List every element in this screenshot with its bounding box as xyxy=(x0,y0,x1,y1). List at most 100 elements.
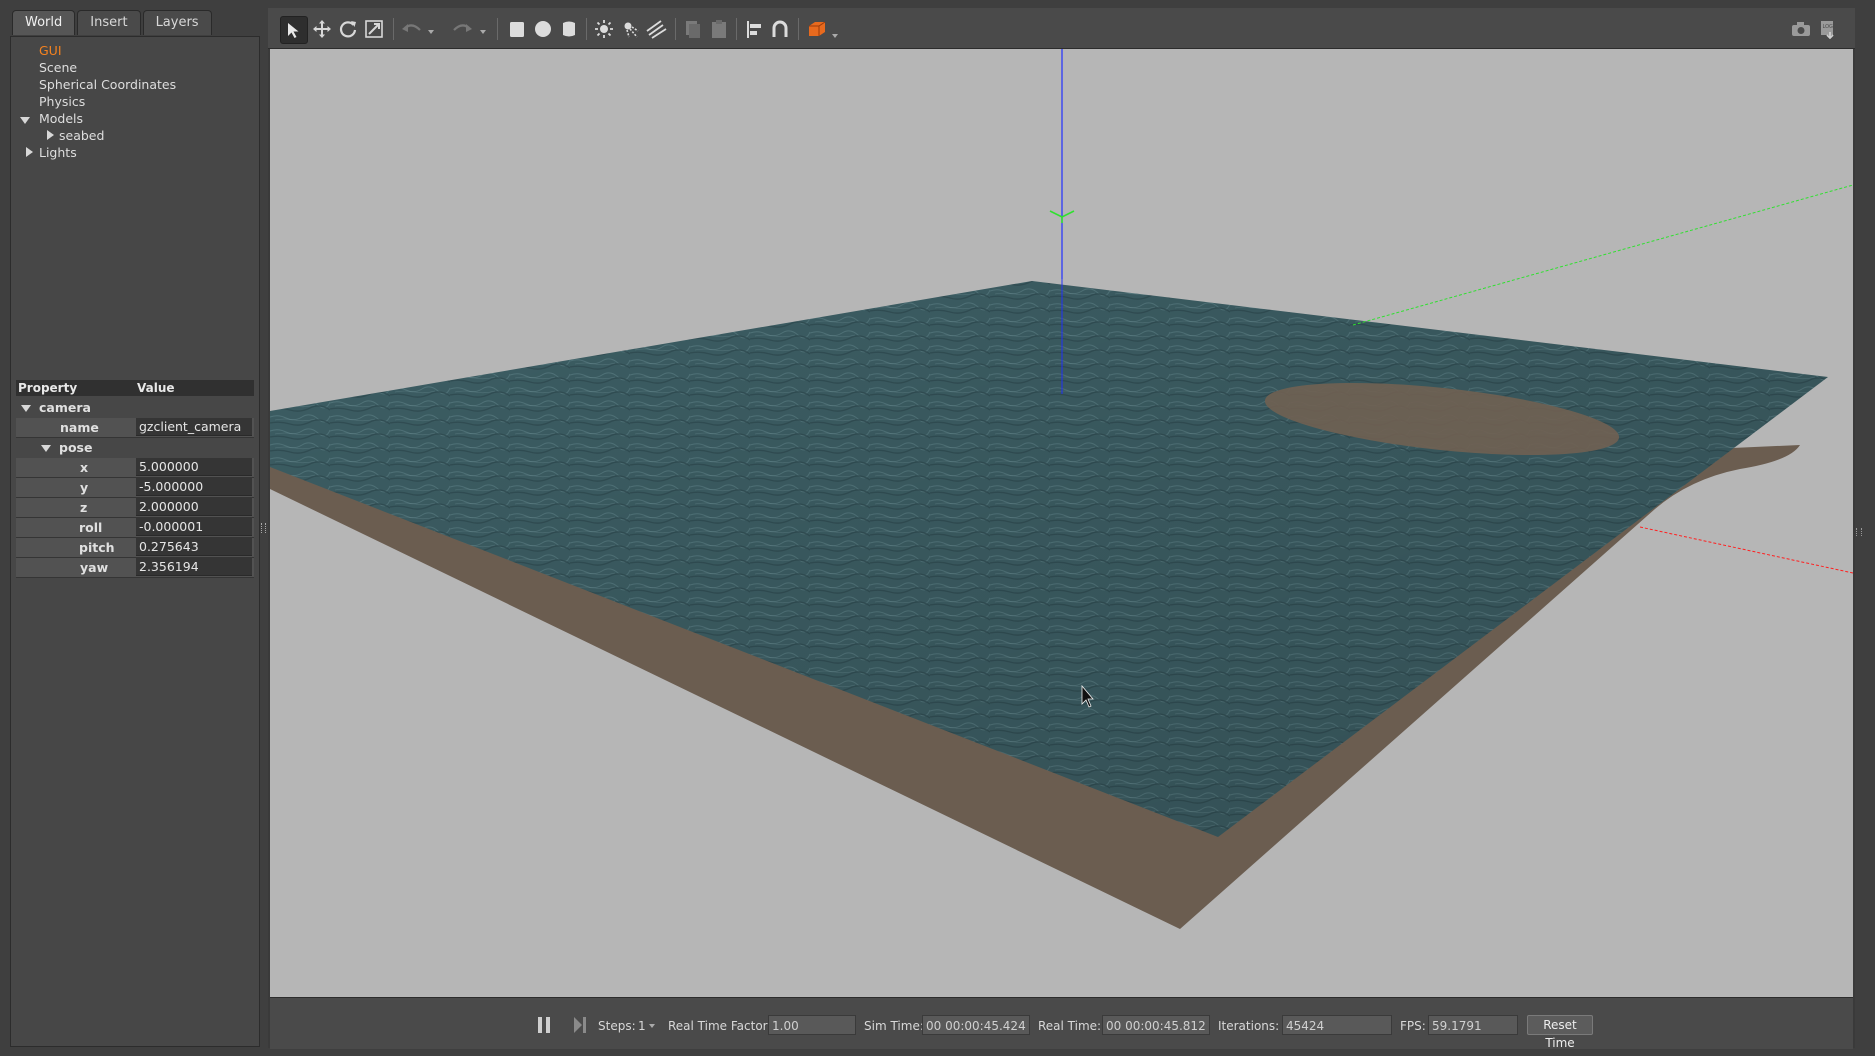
prop-row-y: y -5.000000 xyxy=(16,478,254,498)
prop-y-key: y xyxy=(80,480,89,495)
tree-item-spherical-coordinates[interactable]: Spherical Coordinates xyxy=(39,77,176,92)
paste-icon[interactable] xyxy=(706,16,732,42)
toolbar-separator xyxy=(675,18,676,40)
pause-icon[interactable] xyxy=(536,1016,552,1034)
sim-time-label: Sim Time: xyxy=(864,1019,924,1033)
reset-time-button[interactable]: Reset Time xyxy=(1527,1015,1593,1050)
fps-field[interactable]: 59.1791 xyxy=(1428,1015,1518,1035)
world-tree: GUI Scene Spherical Coordinates Physics … xyxy=(10,36,260,367)
svg-text:LOG: LOG xyxy=(1823,24,1834,30)
toolbar-separator xyxy=(586,18,587,40)
rotate-icon[interactable] xyxy=(335,16,361,42)
prop-row-pitch: pitch 0.275643 xyxy=(16,538,254,558)
point-light-icon[interactable] xyxy=(591,16,617,42)
prop-x-key: x xyxy=(80,460,89,475)
prop-camera-label: camera xyxy=(39,400,91,415)
cylinder-icon[interactable] xyxy=(556,16,582,42)
right-panel-resize-handle[interactable] xyxy=(1856,528,1862,536)
prop-pitch-value[interactable]: 0.275643 xyxy=(136,538,252,556)
prop-z-value[interactable]: 2.000000 xyxy=(136,498,252,516)
tree-item-models[interactable]: Models xyxy=(39,111,83,126)
scale-icon[interactable] xyxy=(361,16,387,42)
prop-yaw-key: yaw xyxy=(80,560,109,575)
toolbar: LOG xyxy=(268,8,1855,49)
translate-icon[interactable] xyxy=(309,16,335,42)
iterations-field[interactable]: 45424 xyxy=(1282,1015,1392,1035)
prop-row-camera[interactable]: camera xyxy=(16,398,254,417)
collapse-arrow-icon[interactable] xyxy=(47,130,54,140)
redo-dropdown-icon[interactable] xyxy=(480,30,486,34)
tab-insert[interactable]: Insert xyxy=(77,10,141,35)
prop-pitch-key: pitch xyxy=(79,540,115,555)
y-axis-line xyxy=(1352,184,1853,326)
scene-canvas[interactable] xyxy=(270,49,1853,997)
properties-panel: Property Value camera name gzclient_came… xyxy=(10,366,260,1047)
expand-arrow-icon[interactable] xyxy=(20,117,30,124)
tab-world[interactable]: World xyxy=(12,10,76,35)
step-icon[interactable] xyxy=(572,1016,588,1034)
iterations-label: Iterations: xyxy=(1218,1019,1280,1033)
prop-row-x: x 5.000000 xyxy=(16,458,254,478)
main-area: LOG Steps: 1 Real Time Factor: 1.00 Sim … xyxy=(268,8,1862,1050)
toolbar-separator xyxy=(497,18,498,40)
steps-label: Steps: xyxy=(598,1019,636,1033)
real-time-label: Real Time: xyxy=(1038,1019,1102,1033)
sphere-icon[interactable] xyxy=(530,16,556,42)
prop-yaw-value[interactable]: 2.356194 xyxy=(136,558,252,576)
prop-z-key: z xyxy=(80,500,88,515)
prop-row-pose[interactable]: pose xyxy=(16,438,254,457)
tree-item-physics[interactable]: Physics xyxy=(39,94,85,109)
toolbar-separator xyxy=(736,18,737,40)
steps-value[interactable]: 1 xyxy=(638,1019,646,1033)
prop-name-value[interactable]: gzclient_camera xyxy=(136,418,252,436)
prop-roll-value[interactable]: -0.000001 xyxy=(136,518,252,536)
expand-arrow-icon[interactable] xyxy=(41,445,51,452)
toolbar-separator xyxy=(393,18,394,40)
undo-dropdown-icon[interactable] xyxy=(428,30,434,34)
expand-arrow-icon[interactable] xyxy=(21,405,31,412)
tree-item-scene[interactable]: Scene xyxy=(39,60,77,75)
tree-item-seabed[interactable]: seabed xyxy=(59,128,104,143)
copy-icon[interactable] xyxy=(680,16,706,42)
steps-dropdown-icon[interactable] xyxy=(649,1024,655,1028)
x-axis-line xyxy=(1639,526,1853,574)
tree-item-gui[interactable]: GUI xyxy=(39,43,62,58)
prop-y-value[interactable]: -5.000000 xyxy=(136,478,252,496)
prop-row-roll: roll -0.000001 xyxy=(16,518,254,538)
properties-header: Property Value xyxy=(16,380,254,396)
fps-label: FPS: xyxy=(1400,1019,1426,1033)
header-property: Property xyxy=(18,381,78,395)
log-icon[interactable]: LOG xyxy=(1815,16,1841,42)
simulation-bar: Steps: 1 Real Time Factor: 1.00 Sim Time… xyxy=(270,997,1853,1050)
left-panel: World Insert Layers GUI Scene Spherical … xyxy=(0,0,266,1056)
sim-time-field[interactable]: 00 00:00:45.424 xyxy=(922,1015,1030,1035)
prop-row-z: z 2.000000 xyxy=(16,498,254,518)
collapse-arrow-icon[interactable] xyxy=(26,147,33,157)
rtf-label: Real Time Factor: xyxy=(668,1019,772,1033)
directional-light-icon[interactable] xyxy=(643,16,669,42)
snap-icon[interactable] xyxy=(767,16,793,42)
header-value: Value xyxy=(137,381,175,395)
prop-row-yaw: yaw 2.356194 xyxy=(16,558,254,578)
screenshot-icon[interactable] xyxy=(1788,16,1814,42)
select-arrow-icon[interactable] xyxy=(280,16,308,44)
toolbar-separator xyxy=(798,18,799,40)
tab-layers[interactable]: Layers xyxy=(142,10,212,35)
spot-light-icon[interactable] xyxy=(617,16,643,42)
rtf-field[interactable]: 1.00 xyxy=(768,1015,856,1035)
real-time-field[interactable]: 00 00:00:45.812 xyxy=(1102,1015,1210,1035)
panel-tabs: World Insert Layers xyxy=(12,10,212,36)
tree-item-lights[interactable]: Lights xyxy=(39,145,77,160)
left-panel-resize-handle[interactable] xyxy=(261,523,266,533)
align-icon[interactable] xyxy=(741,16,767,42)
box-icon[interactable] xyxy=(504,16,530,42)
prop-roll-key: roll xyxy=(79,520,103,535)
prop-name-key: name xyxy=(60,420,99,435)
scene-viewport[interactable] xyxy=(270,49,1853,997)
redo-icon[interactable] xyxy=(449,16,475,42)
view-angle-dropdown-icon[interactable] xyxy=(832,34,838,38)
view-angle-icon[interactable] xyxy=(804,16,830,42)
prop-row-name: name gzclient_camera xyxy=(16,418,254,438)
undo-icon[interactable] xyxy=(399,16,425,42)
prop-x-value[interactable]: 5.000000 xyxy=(136,458,252,476)
